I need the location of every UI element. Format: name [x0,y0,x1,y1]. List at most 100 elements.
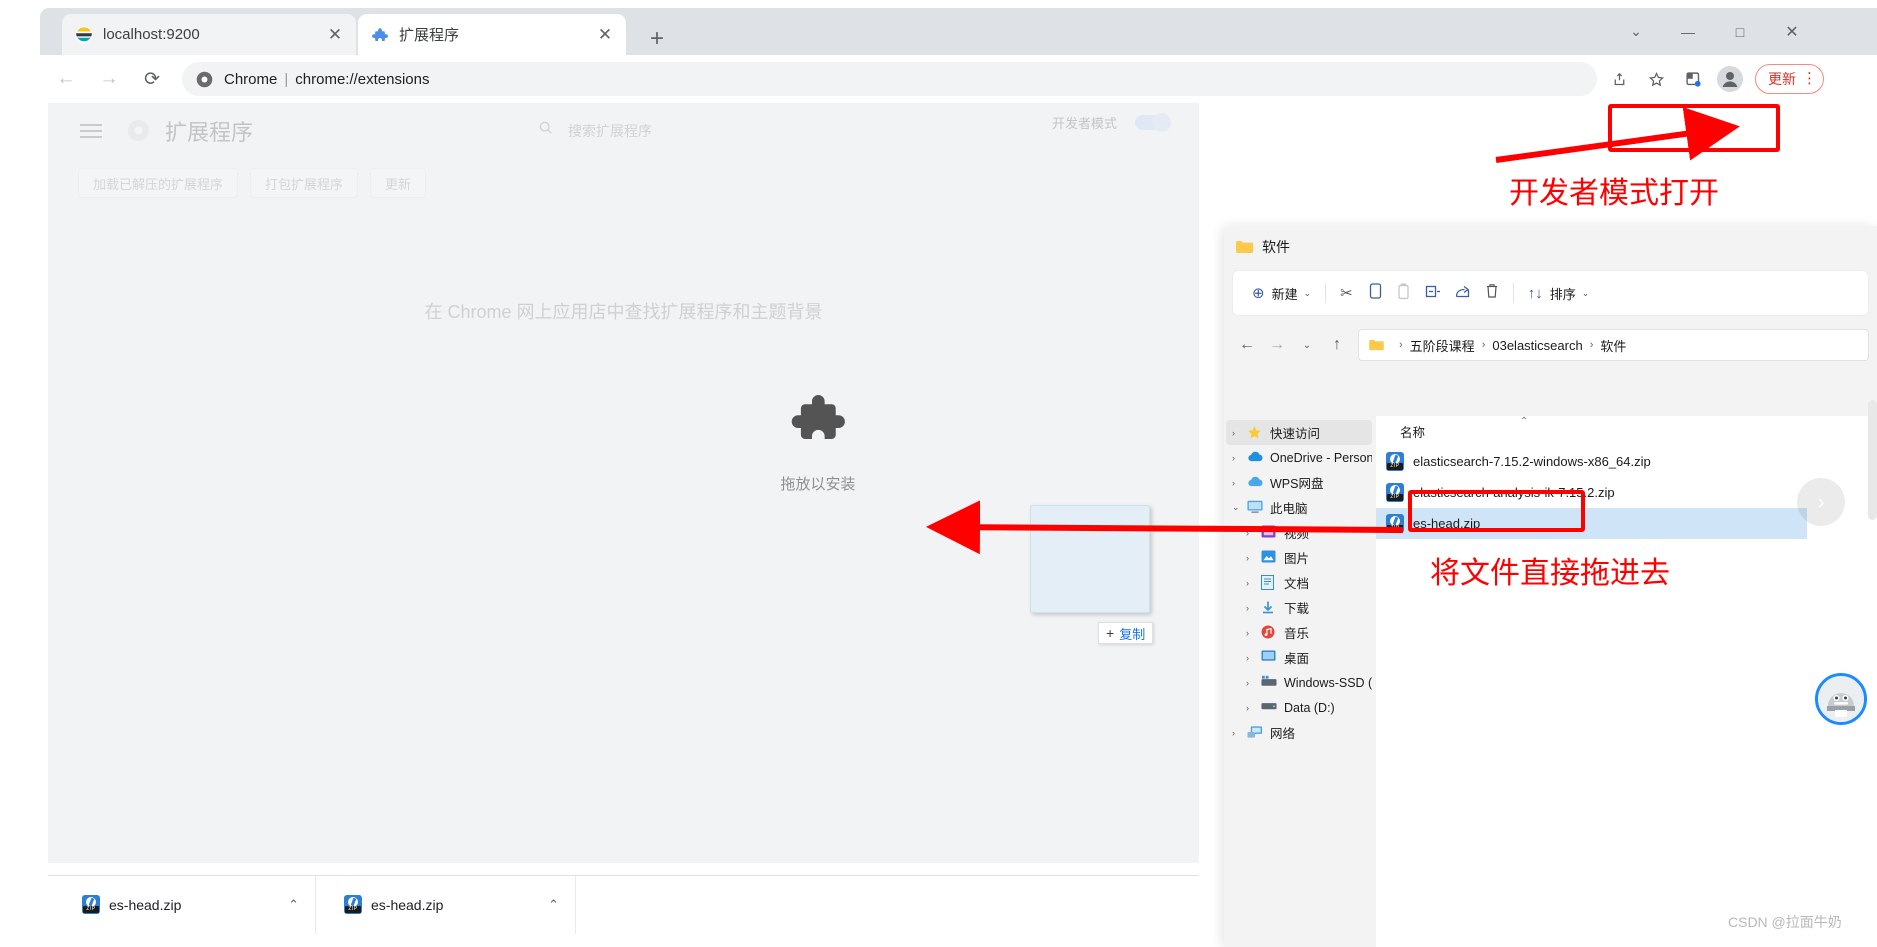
sort-icon: ↑↓ [1527,284,1543,302]
update-extensions-button[interactable]: 更新 [370,168,427,198]
developer-mode-toggle[interactable] [1135,113,1171,132]
sidebar-item-pictures[interactable]: › 图片 [1226,545,1372,570]
search-box[interactable]: 搜索扩展程序 [538,120,652,141]
onedrive-cloud-icon [1247,450,1264,465]
wps-cloud-icon [1247,475,1264,490]
chevron-right-icon[interactable]: › [1232,453,1247,463]
chevron-down-icon[interactable]: ⌄ [1304,288,1312,299]
pack-extension-button[interactable]: 打包扩展程序 [250,168,359,198]
reload-button[interactable]: ⟳ [135,62,169,96]
file-list-item[interactable]: ZIP elasticsearch-7.15.2-windows-x86_64.… [1376,446,1877,477]
new-tab-button[interactable]: + [640,22,674,56]
sidebar-item-documents[interactable]: › 文档 [1226,570,1372,595]
new-button[interactable]: ⊕ 新建 ⌄ [1245,277,1318,309]
rename-button[interactable] [1418,277,1448,309]
profile-avatar-icon[interactable] [1715,64,1745,94]
recent-locations-icon[interactable]: ⌄ [1292,330,1322,360]
chevron-right-icon[interactable]: › [1246,653,1261,663]
cut-button[interactable]: ✂ [1333,277,1360,309]
assistant-robot-avatar[interactable] [1815,673,1867,725]
carousel-next-button[interactable]: › [1797,478,1845,526]
sidebar-item-label: 网络 [1270,727,1296,741]
scissors-icon: ✂ [1340,285,1353,302]
download-item[interactable]: ZIP es-head.zip ⌃ [48,875,316,934]
chevron-down-icon[interactable]: ⌄ [1610,8,1662,55]
sidebar-item-label: 桌面 [1284,652,1310,666]
sidebar-item-label: 图片 [1284,552,1310,566]
paste-button[interactable] [1389,277,1418,309]
chevron-right-icon[interactable]: › [1246,703,1261,713]
breadcrumb-item[interactable]: 软件 [1600,336,1626,355]
download-item[interactable]: ZIP es-head.zip ⌃ [316,875,576,934]
breadcrumb-item[interactable]: 03elasticsearch [1492,338,1582,353]
annotation-box-file-selected [1408,490,1585,532]
chevron-down-icon[interactable]: ⌄ [1232,502,1247,513]
share-button[interactable] [1448,277,1478,309]
sidebar-item-onedrive[interactable]: › OneDrive - Persona [1226,445,1372,470]
copy-button[interactable] [1360,277,1389,309]
pictures-icon [1261,550,1278,565]
developer-mode-control[interactable]: 开发者模式 [1052,113,1171,132]
chrome-menu-icon[interactable]: ⋮ [1802,71,1817,86]
sidebar-item-network[interactable]: › 网络 [1226,720,1372,745]
load-unpacked-button[interactable]: 加载已解压的扩展程序 [78,168,239,198]
chevron-right-icon[interactable]: › [1246,528,1261,538]
chevron-right-icon[interactable]: › [1246,603,1261,613]
browser-tab-localhost[interactable]: localhost:9200 ✕ [62,14,356,55]
browser-tab-extensions[interactable]: 扩展程序 ✕ [358,14,626,55]
chevron-right-icon[interactable]: › [1246,628,1261,638]
chevron-up-icon[interactable]: ⌃ [548,897,559,913]
delete-button[interactable] [1478,277,1506,309]
share-icon[interactable] [1604,64,1634,94]
tab-title: 扩展程序 [399,27,460,44]
sidebar-item-videos[interactable]: › 视频 [1226,520,1372,545]
search-icon [538,120,554,141]
close-window-button[interactable]: ✕ [1766,8,1818,55]
search-input-placeholder: 搜索扩展程序 [568,122,652,139]
sort-button[interactable]: ↑↓ 排序 ⌄ [1521,277,1597,309]
update-button[interactable]: 更新 ⋮ [1755,64,1824,94]
explorer-forward-button[interactable]: → [1262,330,1292,360]
breadcrumb[interactable]: › 五阶段课程 › 03elasticsearch › 软件 [1358,329,1869,361]
sidebar-item-this-pc[interactable]: ⌄ 此电脑 [1226,495,1372,520]
sidebar-item-wps-cloud[interactable]: › WPS网盘 [1226,470,1372,495]
tab-title: localhost:9200 [103,26,200,43]
sidebar-item-windows-ssd[interactable]: › Windows-SSD (C:) [1226,670,1372,695]
sidebar-item-data-drive[interactable]: › Data (D:) [1226,695,1372,720]
chevron-up-icon[interactable]: ⌃ [288,897,299,913]
back-button[interactable]: ← [49,62,83,96]
sidebar-item-music[interactable]: › 音乐 [1226,620,1372,645]
download-file-name: es-head.zip [371,896,444,913]
chevron-right-icon[interactable]: › [1246,578,1261,588]
screenshot-root: localhost:9200 ✕ 扩展程序 ✕ + ⌄ — □ ✕ ← → ⟳ [0,0,1877,947]
chevron-right-icon[interactable]: › [1232,728,1247,738]
explorer-up-button[interactable]: ↑ [1322,330,1352,360]
omnibox-scheme-label: Chrome [224,70,278,88]
extensions-icon[interactable] [1678,64,1708,94]
maximize-button[interactable]: □ [1714,8,1766,55]
forward-button[interactable]: → [92,62,126,96]
page-scrollbar[interactable] [1868,400,1877,520]
update-button-label: 更新 [1768,71,1796,87]
close-icon[interactable]: ✕ [594,24,616,46]
chevron-right-icon[interactable]: › [1232,478,1247,488]
sidebar-item-quick-access[interactable]: › 快速访问 [1226,420,1372,445]
hamburger-menu-icon[interactable] [80,123,102,138]
chevron-right-icon[interactable]: › [1232,428,1247,438]
sidebar-item-label: 文档 [1284,577,1310,591]
star-icon [1247,425,1264,440]
close-icon[interactable]: ✕ [324,24,346,46]
explorer-back-button[interactable]: ← [1232,330,1262,360]
sidebar-item-downloads[interactable]: › 下载 [1226,595,1372,620]
annotation-text-developer-mode: 开发者模式打开 [1509,176,1719,211]
sidebar-item-label: WPS网盘 [1270,477,1324,491]
address-bar[interactable]: Chrome | chrome://extensions [182,62,1597,96]
star-icon[interactable] [1641,64,1671,94]
chevron-right-icon[interactable]: › [1246,678,1261,688]
sidebar-item-desktop[interactable]: › 桌面 [1226,645,1372,670]
minimize-button[interactable]: — [1662,8,1714,55]
extension-dropzone[interactable]: 拖放以安装 [743,383,893,494]
breadcrumb-item[interactable]: 五阶段课程 [1410,336,1475,355]
chevron-down-icon[interactable]: ⌄ [1582,288,1590,299]
chevron-right-icon[interactable]: › [1246,553,1261,563]
